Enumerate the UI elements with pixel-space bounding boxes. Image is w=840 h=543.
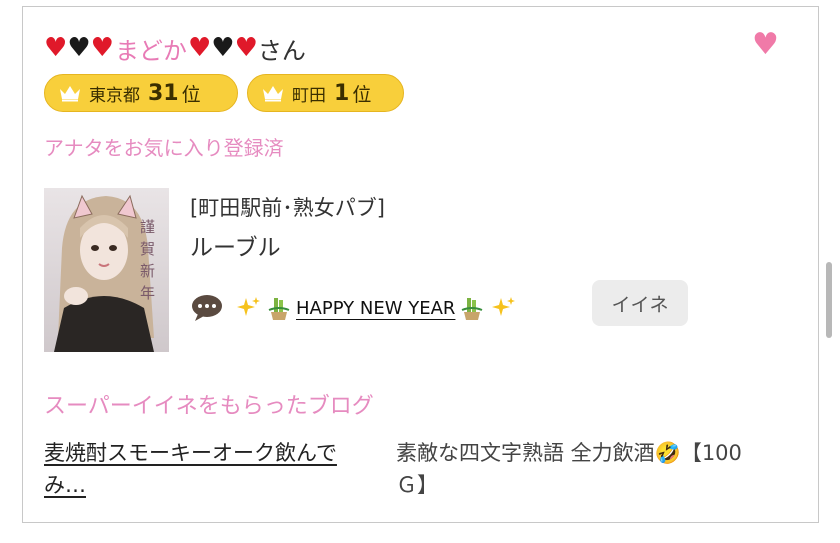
sparkles-icon xyxy=(492,297,516,316)
kadomatsu-icon xyxy=(268,298,290,320)
black-heart-icon: ♥ xyxy=(67,33,91,63)
red-heart-icon: ♥ xyxy=(234,33,258,63)
latest-post-row: HAPPY NEW YEAR xyxy=(190,288,517,328)
rank-badge-machida[interactable]: 町田 1 位 xyxy=(247,74,404,112)
svg-text:年: 年 xyxy=(140,284,155,302)
speech-bubble-icon xyxy=(192,295,222,321)
profile-name-row[interactable]: ♥ ♥ ♥ まどか ♥ ♥ ♥ さん xyxy=(44,30,306,66)
kadomatsu-icon xyxy=(462,298,483,320)
svg-text:賀: 賀 xyxy=(140,240,155,258)
rank-unit: 位 xyxy=(181,83,201,106)
like-button[interactable]: イイネ xyxy=(592,280,688,326)
rank-number: 31 xyxy=(148,80,179,106)
red-heart-icon: ♥ xyxy=(44,33,68,63)
profile-name: まどか xyxy=(114,36,187,65)
svg-text:謹: 謹 xyxy=(140,218,155,236)
crown-icon xyxy=(263,86,283,102)
rank-area: 東京都 xyxy=(89,85,140,106)
favorite-status-text: アナタをお気に入り登録済 xyxy=(44,136,284,160)
super-like-blog-description: 素敵な四文字熟語 全力飲酒🤣【100Ｇ】 xyxy=(396,441,742,497)
post-link[interactable]: HAPPY NEW YEAR xyxy=(234,294,517,322)
red-heart-icon: ♥ xyxy=(187,33,212,63)
favorite-heart-icon[interactable]: ♥ xyxy=(752,30,779,60)
crown-icon xyxy=(60,86,80,102)
shop-category: [町田駅前･熟女パブ] xyxy=(190,196,385,220)
scrollbar[interactable] xyxy=(826,262,832,338)
profile-photo[interactable]: 謹 賀 新 年 xyxy=(44,188,169,352)
profile-photo-image: 謹 賀 新 年 xyxy=(44,188,169,352)
rank-unit: 位 xyxy=(352,83,372,106)
red-heart-icon: ♥ xyxy=(90,33,114,63)
super-like-section-title: スーパーイイネをもらったブログ xyxy=(44,394,374,419)
sparkles-icon xyxy=(237,297,260,316)
black-heart-icon: ♥ xyxy=(211,33,235,63)
super-like-blog-link[interactable]: 麦焼酎スモーキーオーク飲んでみ… xyxy=(44,437,374,501)
rank-badge-tokyo[interactable]: 東京都 31 位 xyxy=(44,74,238,112)
svg-text:新: 新 xyxy=(140,262,155,280)
honorific: さん xyxy=(257,36,306,65)
post-title: HAPPY NEW YEAR xyxy=(296,297,456,319)
rank-area: 町田 xyxy=(292,85,326,106)
rank-number: 1 xyxy=(334,80,350,106)
shop-name[interactable]: ルーブル xyxy=(190,228,281,262)
